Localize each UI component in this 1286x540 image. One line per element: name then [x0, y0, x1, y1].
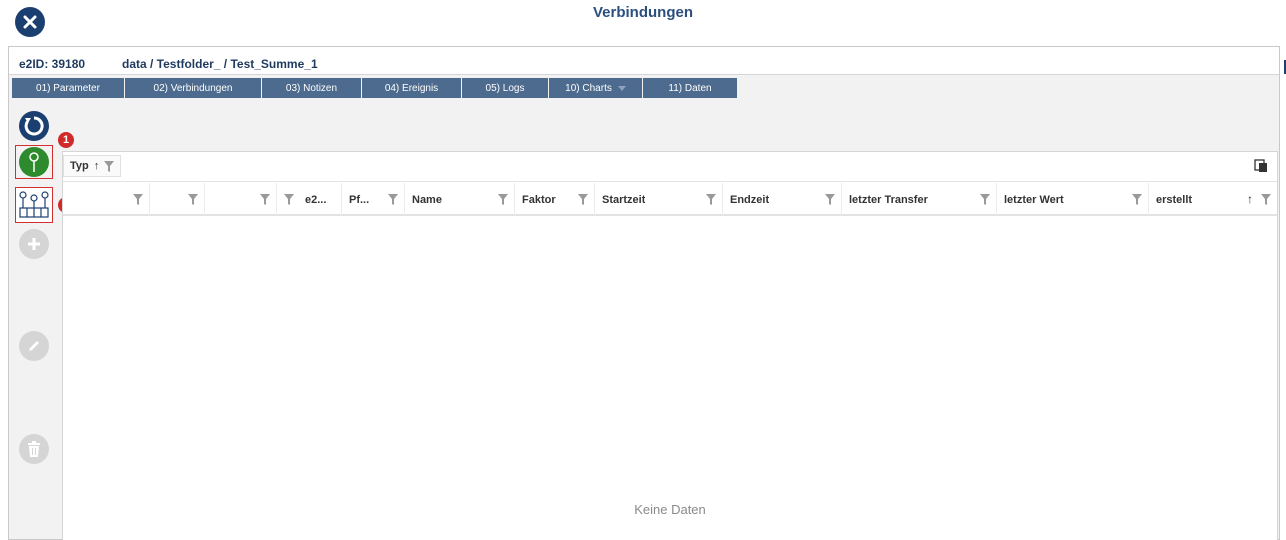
- dialog-body: e2ID: 39180 data / Testfolder_ / Test_Su…: [8, 46, 1280, 540]
- tab-notizen[interactable]: 03) Notizen: [262, 78, 362, 98]
- tab-verbindungen[interactable]: 02) Verbindungen: [125, 78, 262, 98]
- sort-up-icon: ↑: [93, 160, 100, 172]
- edit-button[interactable]: [19, 331, 49, 361]
- filter-icon[interactable]: [388, 194, 398, 205]
- filter-icon[interactable]: [980, 194, 990, 205]
- dialog-title: Verbindungen: [592, 4, 693, 21]
- group-chip-label: Typ: [70, 160, 89, 172]
- tab-parameter[interactable]: 01) Parameter: [12, 78, 125, 98]
- chevron-down-icon: [617, 85, 626, 91]
- add-button[interactable]: [19, 229, 49, 259]
- refresh-button[interactable]: [19, 111, 49, 141]
- filter-icon[interactable]: [1132, 194, 1142, 205]
- column-header[interactable]: [205, 183, 277, 216]
- filter-icon[interactable]: [133, 194, 143, 205]
- column-header-e2id[interactable]: e2...: [277, 183, 342, 216]
- column-header-faktor[interactable]: Faktor: [515, 183, 595, 216]
- delete-button[interactable]: [19, 434, 49, 464]
- filter-icon[interactable]: [188, 194, 198, 205]
- copy-icon[interactable]: [1253, 158, 1269, 174]
- tab-charts[interactable]: 10) Charts: [549, 78, 643, 98]
- marker-badge-1: 1: [58, 132, 74, 148]
- sort-up-icon: ↑: [1247, 192, 1253, 206]
- column-header-name[interactable]: Name: [405, 183, 515, 216]
- plus-icon: [28, 238, 40, 250]
- refresh-icon: [24, 116, 44, 136]
- filter-icon[interactable]: [284, 194, 294, 205]
- column-header-endzeit[interactable]: Endzeit: [723, 183, 842, 216]
- tab-ereignis[interactable]: 04) Ereignis: [362, 78, 462, 98]
- tab-strip: 01) Parameter 02) Verbindungen 03) Notiz…: [12, 78, 738, 98]
- tab-logs[interactable]: 05) Logs: [462, 78, 549, 98]
- column-header-letzter-transfer[interactable]: letzter Transfer: [842, 183, 997, 216]
- pin-circle: [19, 147, 49, 177]
- column-header-pfad[interactable]: Pf...: [342, 183, 405, 216]
- object-path: data / Testfolder_ / Test_Summe_1: [122, 57, 318, 71]
- trash-icon: [28, 441, 40, 457]
- filter-icon[interactable]: [825, 194, 835, 205]
- filter-icon[interactable]: [706, 194, 716, 205]
- group-connections-button[interactable]: [15, 187, 53, 223]
- filter-icon[interactable]: [1261, 194, 1271, 205]
- filter-icon[interactable]: [498, 194, 508, 205]
- connections-grid: Typ ↑ e2... Pf... Name Faktor Startzeit …: [62, 151, 1278, 540]
- e2id-label: e2ID: 39180: [19, 57, 86, 71]
- action-toolbar: 1 2: [9, 99, 74, 539]
- column-header[interactable]: [63, 183, 150, 216]
- grid-header: e2... Pf... Name Faktor Startzeit Endzei…: [63, 183, 1277, 216]
- column-header-startzeit[interactable]: Startzeit: [595, 183, 723, 216]
- column-header[interactable]: [150, 183, 205, 216]
- column-header-letzter-wert[interactable]: letzter Wert: [997, 183, 1149, 216]
- group-network-icon: [19, 191, 49, 218]
- pencil-icon: [29, 341, 39, 351]
- group-panel: Typ ↑: [63, 152, 1277, 182]
- filter-icon[interactable]: [104, 160, 115, 172]
- id-bar: e2ID: 39180 data / Testfolder_ / Test_Su…: [9, 47, 1279, 75]
- group-chip-typ[interactable]: Typ ↑: [63, 155, 122, 177]
- tab-daten[interactable]: 11) Daten: [643, 78, 738, 98]
- pin-button[interactable]: [15, 145, 53, 179]
- filter-icon[interactable]: [260, 194, 270, 205]
- dialog-titlebar: Verbindungen: [0, 0, 1286, 44]
- pin-icon: [29, 152, 39, 172]
- column-header-erstellt[interactable]: erstellt ↑: [1149, 183, 1277, 216]
- filter-icon[interactable]: [578, 194, 588, 205]
- empty-state-text: Keine Daten: [634, 502, 706, 517]
